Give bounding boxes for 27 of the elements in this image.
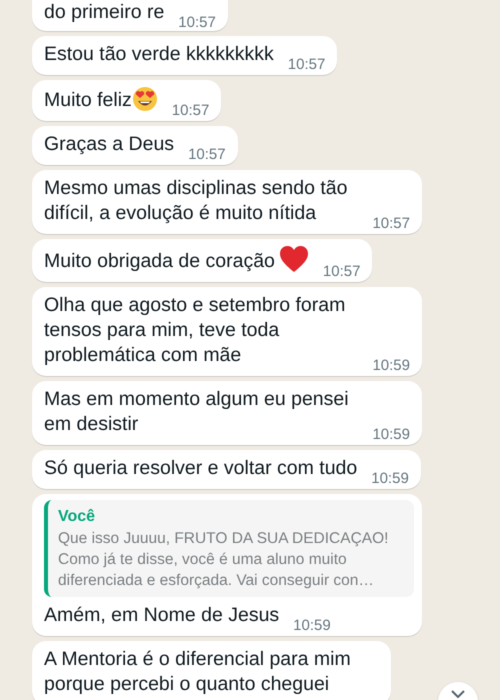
quote-author: Você — [58, 507, 96, 527]
message-text: Olha que agosto e setembro foram tensos para mim, teve toda problemática com mãe — [44, 293, 346, 368]
message-time: 10:59 — [371, 471, 409, 487]
message-time: 10:57 — [322, 264, 360, 280]
message-text: Graças a Deus — [44, 132, 174, 157]
message-text: Estou tão verde kkkkkkkkk — [44, 42, 274, 67]
quoted-message[interactable]: Você Que isso Juuuu, FRUTO DA SUA DEDICAÇAO! Como já te disse, você é uma aluno muito diferenciada e esforçada. Vai conseguir con… — [44, 500, 414, 597]
message-time: 10:59 — [372, 358, 410, 374]
message-text: Muito feliz — [44, 88, 132, 113]
message-time: 10:59 — [372, 427, 410, 443]
message-text: Muito obrigada de coração — [44, 249, 275, 274]
heart-eyes-face-icon — [132, 86, 158, 112]
message-text: do primeiro re — [44, 0, 164, 25]
message-time: 10:57 — [288, 57, 326, 73]
quote-text: Que isso Juuuu, FRUTO DA SUA DEDICAÇAO! Como já te disse, você é uma aluno muito diferenciada e esforçada. Vai conseguir con… — [58, 529, 390, 591]
message-time: 10:57 — [372, 216, 410, 232]
message-text: Só queria resolver e voltar com tudo — [44, 456, 358, 481]
message-time: 10:59 — [293, 618, 331, 634]
message-time: 10:57 — [172, 103, 210, 119]
message-text: Mesmo umas disciplinas sendo tão difícil, a evolução é muito nítida — [44, 176, 348, 226]
message-text: Amém, em Nome de Jesus — [44, 603, 280, 628]
message-time: 10:57 — [188, 147, 226, 163]
chevron-down-icon — [451, 690, 465, 698]
message-time: 10:57 — [178, 15, 216, 31]
message-text: Mas em momento algum eu pensei em desistir — [44, 387, 350, 437]
message-text: A Mentoria é o diferencial para mim porque percebi o quanto cheguei — [44, 647, 352, 697]
heart-icon — [278, 245, 309, 273]
